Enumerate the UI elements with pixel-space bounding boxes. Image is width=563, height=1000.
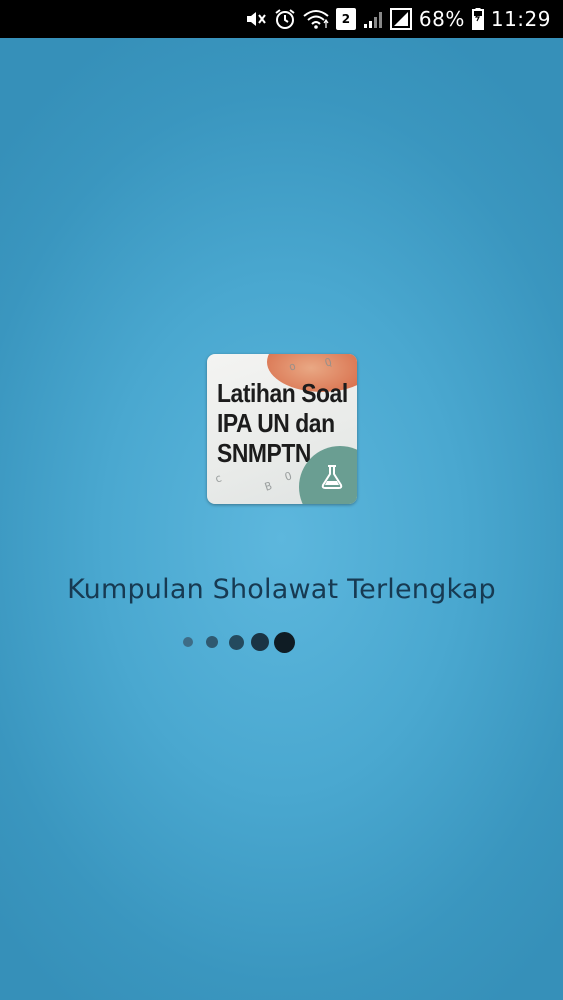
loading-dot: [183, 637, 193, 647]
flask-icon: [321, 465, 343, 489]
alarm-icon: [274, 8, 296, 30]
logo-scribble: c: [213, 471, 224, 486]
status-bar: 2 68% 11:29: [0, 0, 563, 38]
wifi-icon: [303, 8, 329, 30]
logo-title-line: Latihan Soal: [217, 378, 348, 408]
loading-dot: [251, 633, 269, 651]
battery-percent: 68%: [418, 7, 465, 31]
logo-scribble: O: [283, 469, 294, 484]
battery-icon: [471, 8, 484, 30]
app-name: Kumpulan Sholawat Terlengkap: [67, 574, 496, 605]
loading-indicator: [180, 628, 320, 656]
sim-badge: 2: [335, 8, 356, 30]
signal-weak-icon: [363, 8, 383, 30]
mute-icon: [245, 8, 267, 30]
clock: 11:29: [490, 7, 551, 31]
loading-dot-active: [273, 631, 295, 653]
splash-screen: [0, 38, 563, 1000]
app-logo: Q o B O c Latihan Soal IPA UN dan SNMPTN: [207, 354, 357, 504]
loading-dot: [206, 636, 218, 648]
logo-scribble: B: [263, 479, 274, 494]
signal-icon: [389, 8, 412, 30]
logo-title-line: IPA UN dan: [217, 408, 335, 438]
loading-dot: [228, 634, 244, 650]
